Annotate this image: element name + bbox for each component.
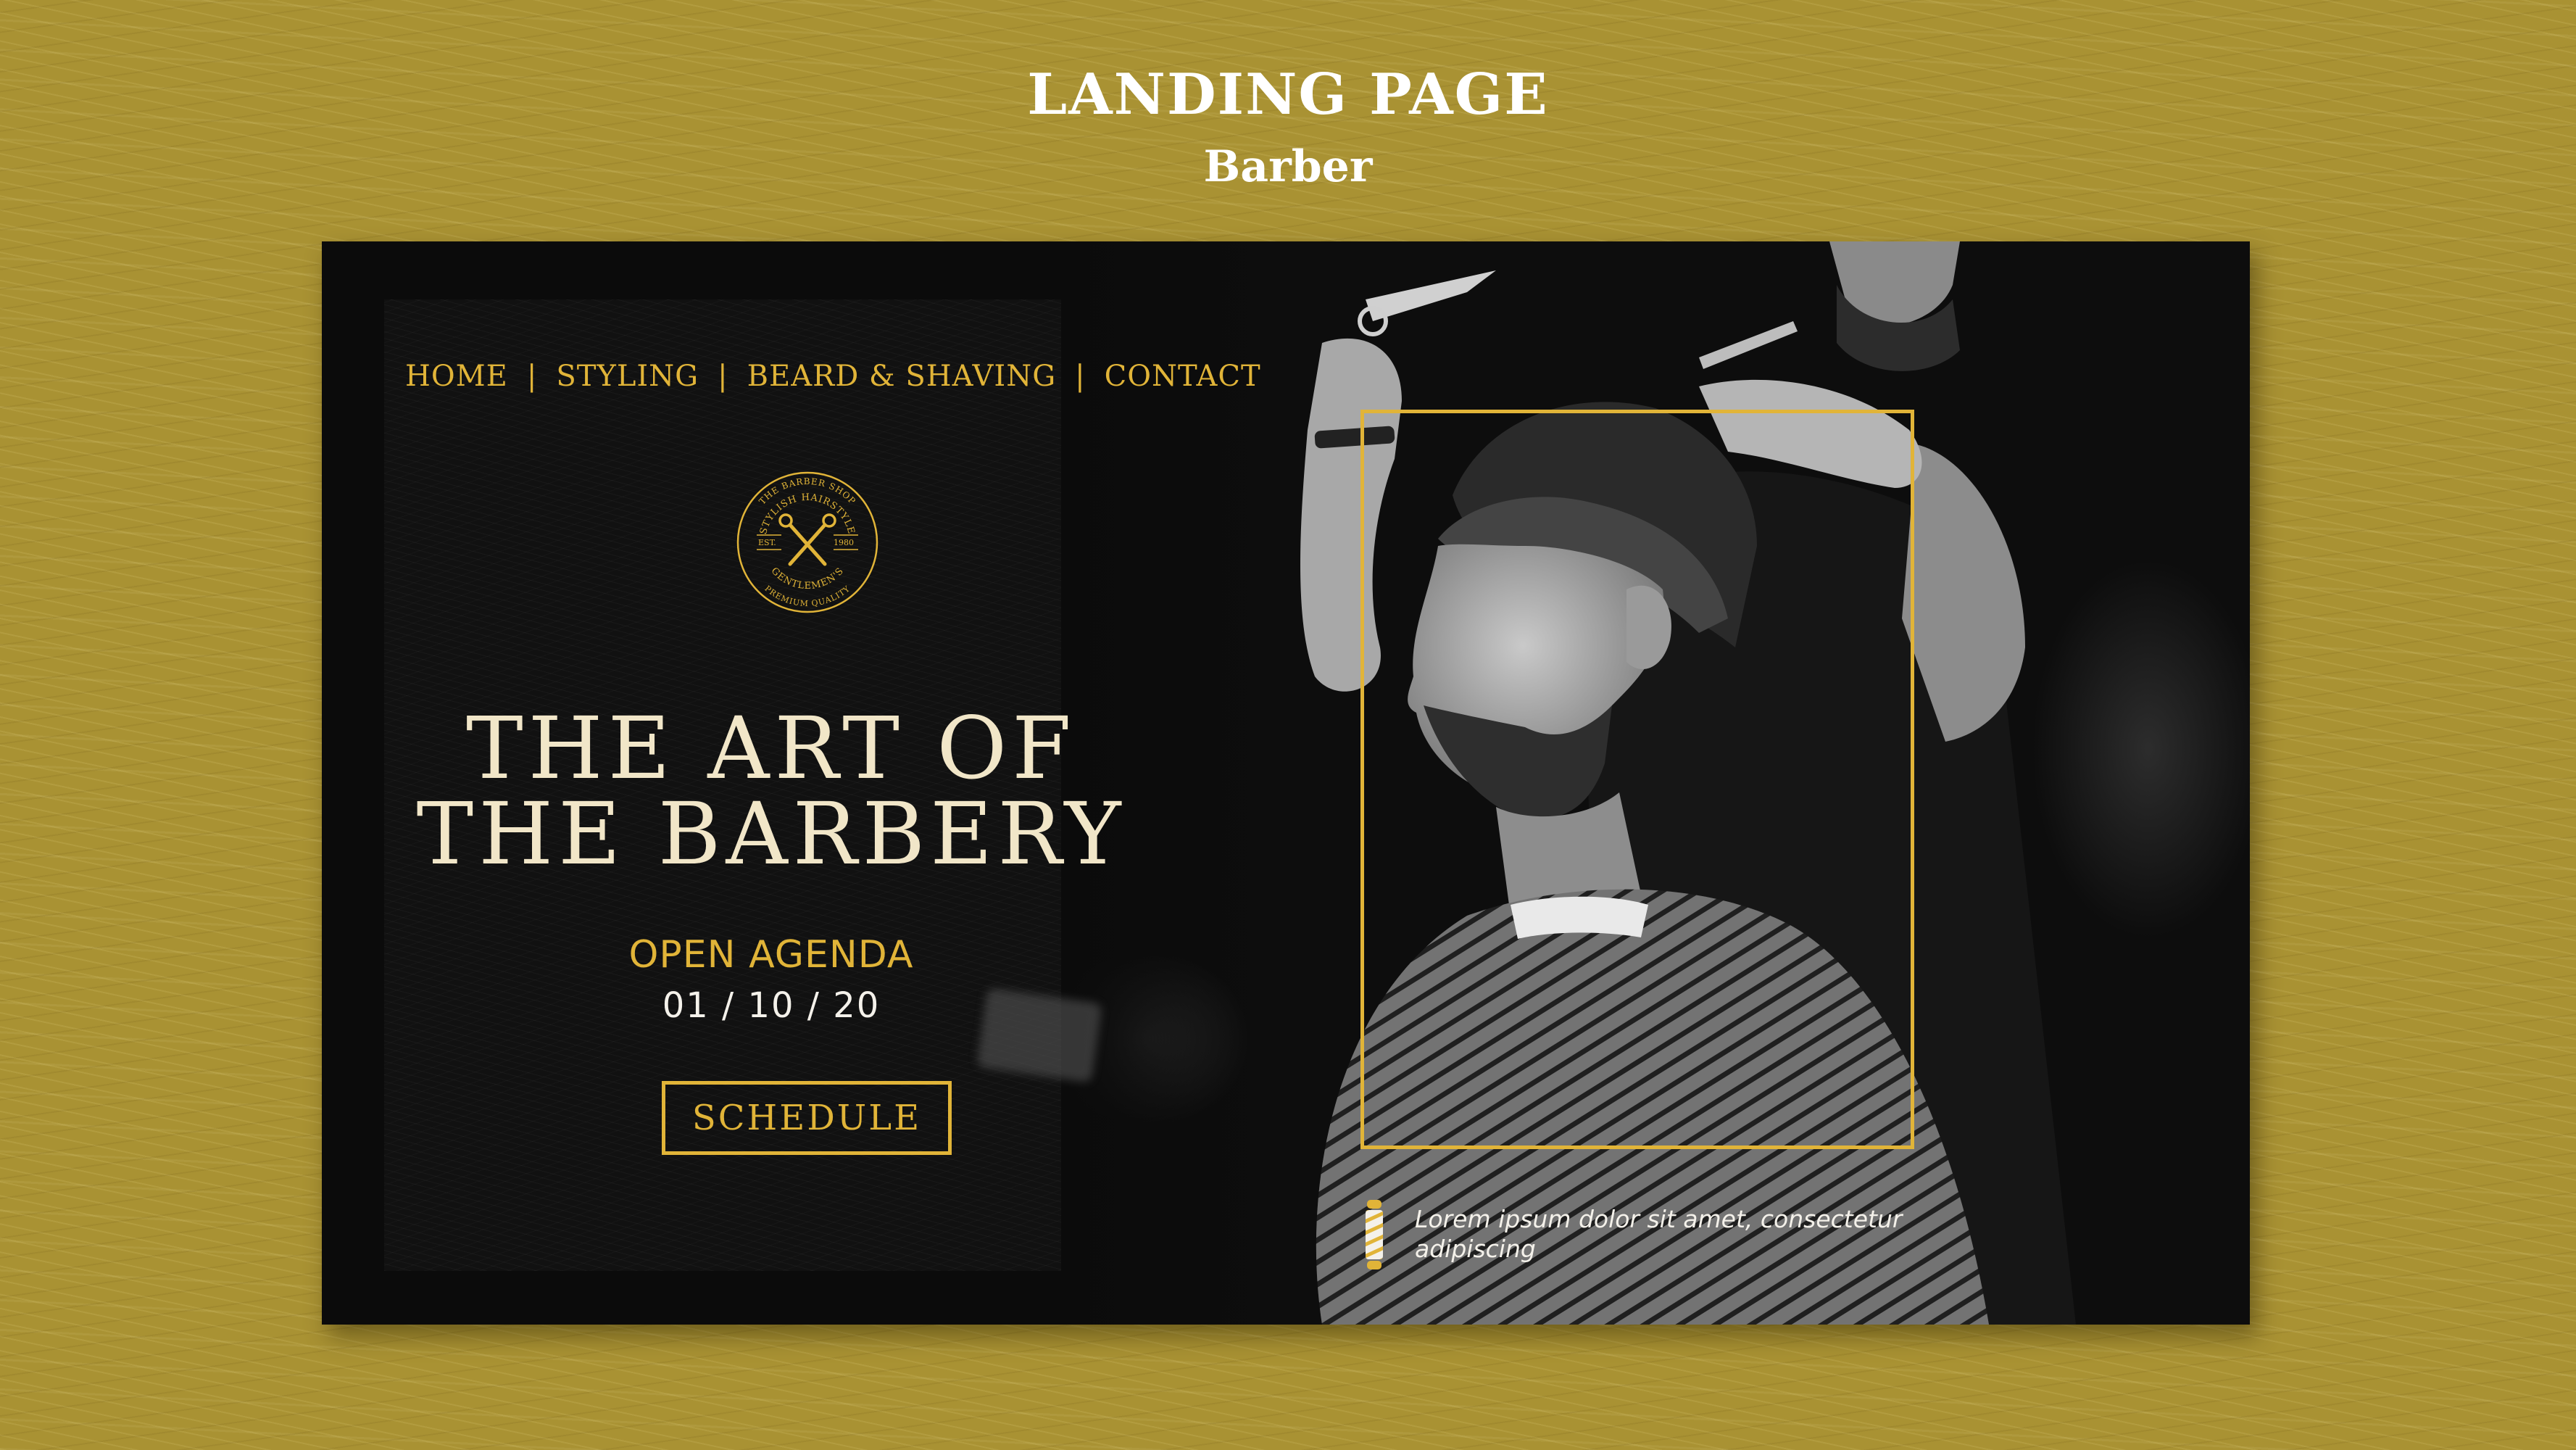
nav-separator: | [526,360,538,393]
nav-item-styling[interactable]: STYLING [556,360,699,393]
nav-separator: | [718,360,728,393]
agenda-date: 01 / 10 / 20 [662,985,881,1026]
hero-title-line-2: THE BARBERY [416,784,1126,884]
emblem-bottom-inner-arc: GENTLEMEN'S [769,566,847,592]
photo-frame [1360,410,1914,1149]
nav-item-beard-shaving[interactable]: BEARD & SHAVING [747,360,1057,393]
scissors-emblem-icon: THE BARBER SHOP STYLISH HAIRSTYLE GENTLE… [736,471,878,613]
schedule-button[interactable]: SCHEDULE [662,1081,952,1155]
hero-title-line-1: THE ART OF [465,698,1077,798]
agenda-label: OPEN AGENDA [628,933,914,977]
main-nav: HOME | STYLING | BEARD & SHAVING | CONTA… [405,360,1261,393]
hero-title: THE ART OF THE BARBERY [409,705,1134,877]
nav-separator: | [1075,360,1086,393]
emblem-inner-arc: STYLISH HAIRSTYLE [758,492,857,536]
nav-item-contact[interactable]: CONTACT [1105,360,1261,393]
nav-item-home[interactable]: HOME [405,360,508,393]
emblem-est: EST. [758,538,776,547]
scissors-icon [778,513,836,566]
header-subtitle: Barber [1203,141,1373,192]
caption-text: Lorem ipsum dolor sit amet, consectetur … [1415,1205,1903,1263]
landing-page-mockup: HOME | STYLING | BEARD & SHAVING | CONTA… [322,241,2250,1325]
header-title: LANDING PAGE [1027,62,1549,128]
emblem-year: 1980 [834,538,854,547]
barber-pole-icon [1366,1200,1383,1269]
